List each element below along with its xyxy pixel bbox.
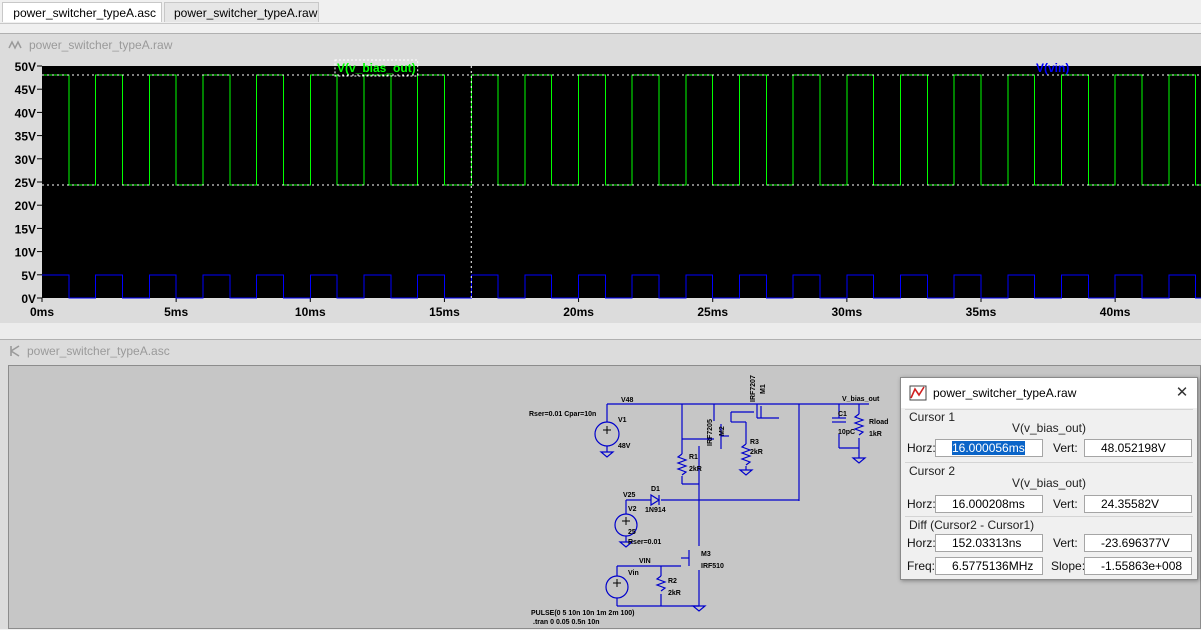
legend-vin[interactable]: V(vin)	[1036, 61, 1069, 75]
tab-label: power_switcher_typeA.asc	[13, 5, 156, 20]
waveform-window: power_switcher_typeA.raw 0V 5V 10V 15V 20V 25…	[0, 33, 1201, 324]
x-tick-label: 35ms	[966, 305, 997, 319]
directive-pulse: PULSE(0 5 10n 10n 1m 2m 100)	[531, 610, 635, 617]
label-v1: V1	[618, 417, 627, 424]
y-tick-label: 35V	[15, 130, 36, 144]
label-r1-value: 2kR	[689, 466, 702, 473]
cursor1-horz-value: 16.000056ms	[952, 441, 1025, 455]
net-label-v48: V48	[621, 397, 634, 404]
waveform-pane-title: power_switcher_typeA.raw	[0, 34, 1201, 56]
diff-slope-label: Slope:	[1051, 559, 1086, 573]
cursor1-vert-label: Vert:	[1053, 441, 1078, 455]
cursor2-vert-field[interactable]: 24.35582V	[1084, 495, 1192, 513]
cursor1-signal: V(v_bias_out)	[1011, 421, 1087, 435]
x-tick-label: 10ms	[295, 305, 326, 319]
cursor-dialog: power_switcher_typeA.raw ✕ Cursor 1 V(v_…	[900, 377, 1198, 580]
schematic-pane-title: power_switcher_typeA.asc	[0, 340, 1201, 362]
x-tick-label: 40ms	[1100, 305, 1131, 319]
plot-area[interactable]	[42, 66, 1201, 298]
label-v2-rser: Rser=0.01	[628, 539, 661, 546]
directive-tran: .tran 0 0.05 0.5n 10n	[533, 619, 600, 626]
label-r1: R1	[689, 454, 698, 461]
diff-slope-field[interactable]: -1.55863e+008	[1084, 557, 1192, 575]
schematic-pane-title-text: power_switcher_typeA.asc	[27, 344, 170, 358]
x-tick-label: 30ms	[832, 305, 863, 319]
label-d1-part: 1N914	[645, 507, 666, 514]
waveform-pane-title-text: power_switcher_typeA.raw	[29, 38, 173, 52]
label-m3: M3	[701, 551, 711, 558]
y-tick-label: 30V	[15, 153, 36, 167]
net-label-v25: V25	[623, 492, 636, 499]
diff-vert-field[interactable]: -23.696377V	[1084, 534, 1192, 552]
y-tick-label: 25V	[15, 176, 36, 190]
diff-section-label: Diff (Cursor2 - Cursor1)	[909, 518, 1035, 532]
cursor1-horz-field[interactable]: 16.000056ms	[935, 439, 1043, 457]
label-m3-part: IRF510	[701, 563, 724, 570]
waveform-plot[interactable]: 0V 5V 10V 15V 20V 25V 30V 35V 40V 45V 50V 0ms 5ms 10…	[0, 56, 1201, 324]
schematic-icon	[10, 345, 20, 357]
label-m2-part: IRF7205	[707, 419, 714, 446]
label-r3-value: 2kR	[750, 449, 763, 456]
pane-splitter[interactable]	[0, 323, 1201, 339]
label-c1: C1	[838, 411, 847, 418]
x-tick-label: 5ms	[164, 305, 188, 319]
cursor2-horz-field[interactable]: 16.000208ms	[935, 495, 1043, 513]
cursor2-horz-label: Horz:	[907, 497, 936, 511]
net-label-vbias-out: V_bias_out	[842, 396, 880, 403]
x-tick-label: 25ms	[697, 305, 728, 319]
y-tick-label: 0V	[21, 292, 36, 306]
y-tick-label: 5V	[21, 269, 36, 283]
x-tick-label: 15ms	[429, 305, 460, 319]
label-v1-value: 48V	[618, 443, 631, 450]
x-tick-label: 0ms	[30, 305, 54, 319]
divider	[905, 462, 1193, 463]
close-icon[interactable]: ✕	[1173, 384, 1191, 402]
label-rload-value: 1kR	[869, 431, 882, 438]
y-tick-label: 10V	[15, 246, 36, 260]
y-tick-label: 40V	[15, 106, 36, 120]
cursor-tool-icon	[909, 385, 927, 401]
label-d1: D1	[651, 486, 660, 493]
label-m1-part: IRF7207	[750, 375, 757, 402]
diff-freq-field[interactable]: 6.5775136MHz	[935, 557, 1043, 575]
legend-v-bias-out[interactable]: V(v_bias_out)	[337, 61, 416, 75]
cursor1-horz-label: Horz:	[907, 441, 936, 455]
label-r2-value: 2kR	[668, 590, 681, 597]
cursor-dialog-titlebar[interactable]: power_switcher_typeA.raw	[901, 378, 1197, 408]
label-vin-source: Vin	[628, 570, 639, 577]
y-tick-label: 50V	[15, 60, 36, 74]
diff-freq-label: Freq:	[907, 559, 936, 573]
label-rser-cpar: Rser=0.01 Cpar=10n	[529, 411, 596, 418]
y-tick-label: 20V	[15, 199, 36, 213]
divider	[905, 516, 1193, 517]
tab-schematic[interactable]: power_switcher_typeA.asc	[2, 2, 162, 22]
cursor-dialog-title: power_switcher_typeA.raw	[933, 386, 1077, 400]
net-label-vin: VIN	[639, 558, 651, 565]
cursor2-vert-label: Vert:	[1053, 497, 1078, 511]
label-r2: R2	[668, 578, 677, 585]
diff-vert-label: Vert:	[1053, 536, 1078, 550]
label-m2: M2	[719, 426, 726, 436]
label-v2-value: 25	[628, 529, 636, 536]
label-v2: V2	[628, 506, 637, 513]
label-rload: Rload	[869, 419, 888, 426]
waveform-icon	[8, 40, 22, 50]
y-tick-label: 45V	[15, 83, 36, 97]
tab-label: power_switcher_typeA.raw	[174, 5, 318, 20]
schematic-icon	[8, 6, 9, 20]
y-tick-label: 15V	[15, 222, 36, 236]
x-tick-label: 20ms	[563, 305, 594, 319]
cursor2-signal: V(v_bias_out)	[1011, 476, 1087, 490]
label-m1: M1	[760, 384, 767, 394]
label-r3: R3	[750, 439, 759, 446]
tab-strip: power_switcher_typeA.asc power_switcher_…	[0, 0, 1201, 24]
tab-waveform[interactable]: power_switcher_typeA.raw	[164, 2, 319, 22]
diff-horz-field[interactable]: 152.03313ns	[935, 534, 1043, 552]
cursor1-vert-field[interactable]: 48.052198V	[1084, 439, 1192, 457]
diff-horz-label: Horz:	[907, 536, 936, 550]
label-c1-value: 10pC	[838, 429, 855, 436]
